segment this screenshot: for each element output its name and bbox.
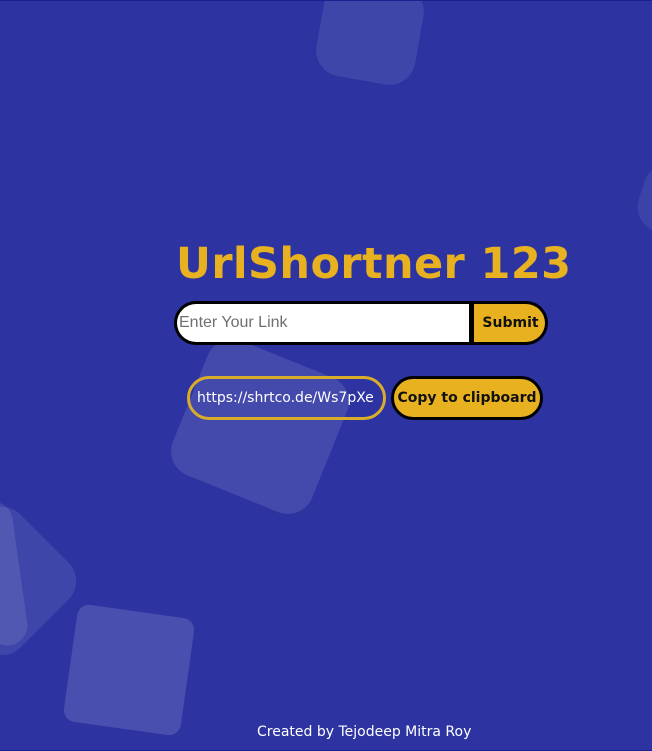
footer-credit: Created by Tejodeep Mitra Roy: [257, 724, 472, 740]
result-row: https://shrtco.de/Ws7pXe Copy to clipboa…: [187, 376, 543, 420]
decorative-square: [312, 1, 428, 89]
copy-button[interactable]: Copy to clipboard: [391, 376, 543, 420]
shorten-form: Submit: [174, 301, 548, 345]
decorative-square: [163, 331, 357, 522]
app-page: UrlShortner 123 Submit https://shrtco.de…: [0, 0, 652, 751]
submit-button[interactable]: Submit: [474, 301, 548, 345]
decorative-square: [630, 156, 652, 246]
app-title: UrlShortner 123: [176, 239, 572, 289]
decorative-square: [62, 603, 196, 737]
link-input[interactable]: [174, 301, 474, 345]
short-url[interactable]: https://shrtco.de/Ws7pXe: [187, 376, 386, 420]
